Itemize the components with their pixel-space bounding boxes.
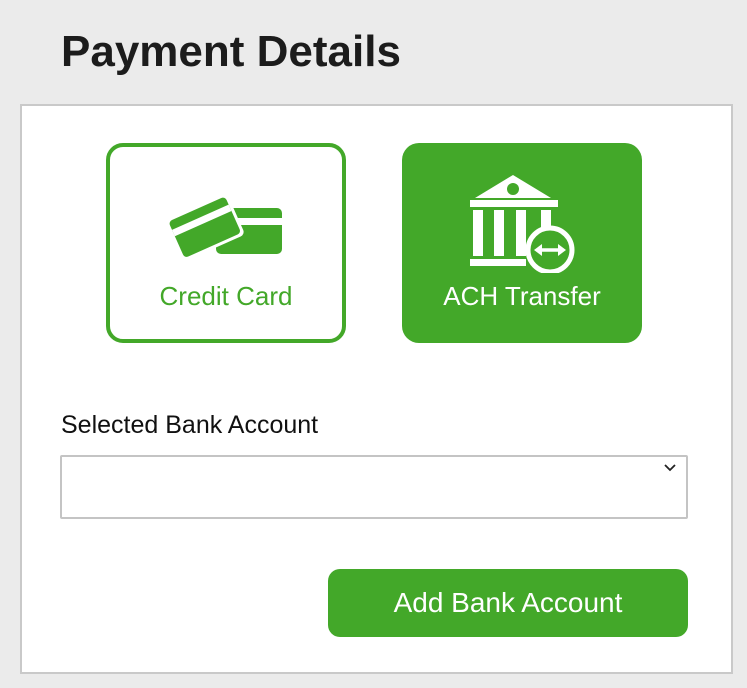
credit-card-label: Credit Card [159, 281, 293, 311]
bank-account-select[interactable] [60, 455, 688, 519]
bank-transfer-icon [470, 175, 575, 273]
credit-cards-icon [168, 194, 282, 260]
credit-card-option[interactable]: Credit Card [106, 143, 346, 343]
chevron-down-icon [664, 464, 676, 472]
ach-transfer-option[interactable]: ACH Transfer [402, 143, 642, 343]
ach-transfer-label: ACH Transfer [443, 281, 601, 311]
add-bank-account-button[interactable]: Add Bank Account [328, 569, 688, 637]
bank-account-label: Selected Bank Account [61, 411, 319, 439]
page-title: Payment Details [61, 27, 401, 76]
